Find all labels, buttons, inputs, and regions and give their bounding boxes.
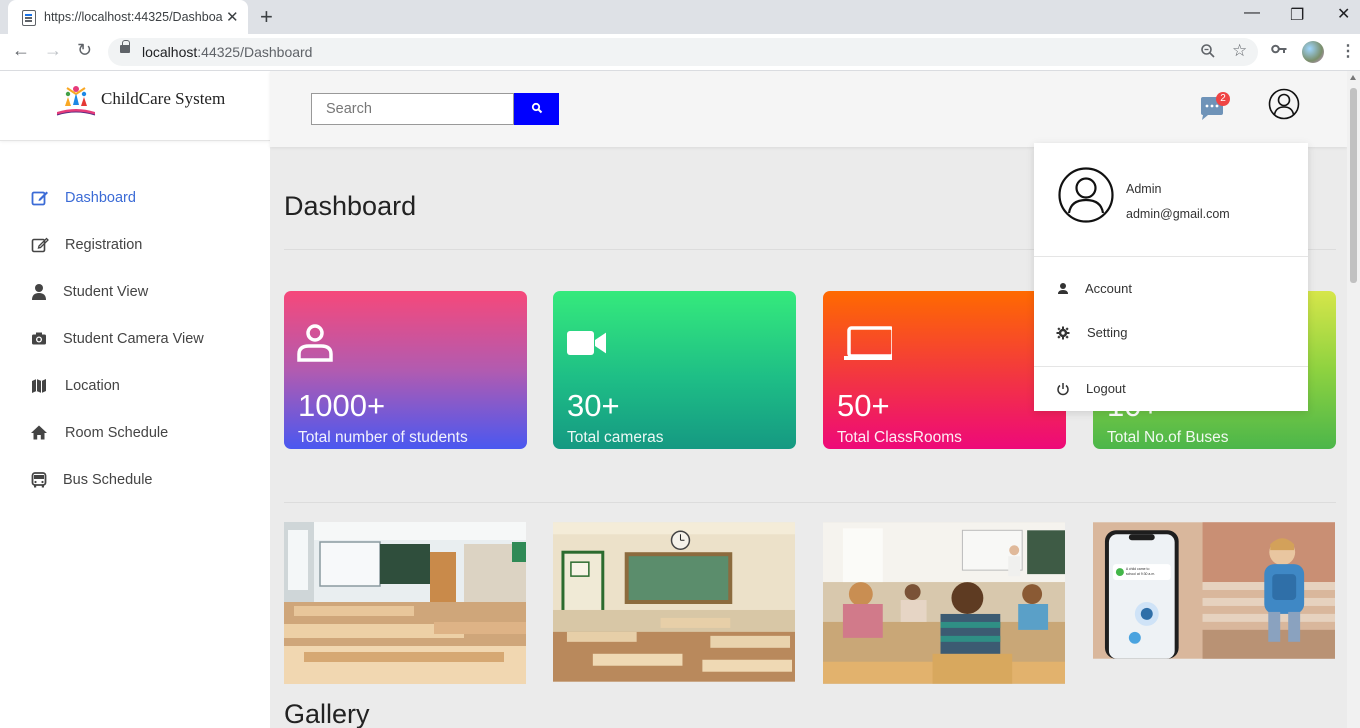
notification-badge: 2 [1216,92,1230,106]
sidebar-item-bus-schedule[interactable]: Bus Schedule [0,465,270,495]
classroom-photo[interactable] [823,522,1065,684]
power-icon [1057,383,1069,396]
menu-item-label: Account [1085,281,1132,296]
menu-item-setting[interactable]: Setting [1034,320,1308,346]
browser-tabstrip: https://localhost:44325/Dashboa ✕ + — ❐ … [0,0,1360,34]
stat-label: Total No.of Buses [1107,429,1229,446]
phone-tracking-photo[interactable]: A child came to school at 9:30 a.m. [1093,522,1335,659]
camera-icon [32,332,46,345]
search-input[interactable] [311,93,514,125]
url-host: localhost [142,44,198,60]
zoom-icon[interactable] [1200,43,1216,63]
address-bar[interactable]: localhost:44325/Dashboard ☆ [108,38,1258,66]
address-url[interactable]: localhost:44325/Dashboard [142,44,312,60]
profile-avatar[interactable] [1302,41,1324,63]
sidebar-item-room-schedule[interactable]: Room Schedule [0,418,270,448]
sidebar-item-student-camera-view[interactable]: Student Camera View [0,324,270,354]
stat-value: 30+ [567,388,620,423]
sidebar-item-label: Student View [63,284,149,300]
top-bar: 2 [270,71,1347,147]
menu-item-account[interactable]: Account [1034,276,1308,302]
tab-close-icon[interactable]: ✕ [226,8,239,26]
search-button[interactable] [514,93,559,125]
key-icon[interactable] [1271,42,1287,60]
user-icon [297,324,333,362]
browser-tab[interactable]: https://localhost:44325/Dashboa ✕ [8,0,248,34]
stat-card-classrooms[interactable]: 50+ Total ClassRooms [823,291,1066,449]
divider [1034,366,1308,367]
stat-value: 1000+ [298,388,386,423]
brand-name: ChildCare System [101,89,226,108]
stat-label: Total ClassRooms [837,429,962,446]
home-icon [31,425,47,440]
gallery-title: Gallery [284,699,370,728]
childcare-logo-icon [56,86,96,116]
user-email: admin@gmail.com [1126,207,1230,221]
sidebar-item-location[interactable]: Location [0,371,270,401]
gear-icon [1056,326,1070,340]
stat-label: Total number of students [298,429,468,446]
divider [1034,256,1308,257]
search-icon [531,102,542,113]
scroll-up-icon[interactable] [1350,75,1356,80]
stat-card-cameras[interactable]: 30+ Total cameras [553,291,796,449]
menu-item-label: Logout [1086,381,1126,396]
page-scrollbar[interactable] [1347,71,1360,728]
user-icon [32,284,46,300]
new-tab-icon[interactable]: + [260,4,273,30]
notification-text: A child came to [1126,567,1150,571]
edit-icon [31,191,48,206]
sidebar-item-label: Dashboard [65,190,136,206]
bus-icon [31,472,47,488]
app-page: ChildCare System Dashboard Registration … [0,71,1360,728]
sidebar-item-label: Bus Schedule [63,472,153,488]
stat-card-students[interactable]: 1000+ Total number of students [284,291,527,449]
sidebar-item-label: Student Camera View [63,331,204,347]
avatar [1058,167,1114,223]
user-name: Admin [1126,182,1162,196]
page-icon [22,10,36,26]
stat-label: Total cameras [567,429,664,446]
sidebar-item-label: Registration [65,237,143,253]
tab-title: https://localhost:44325/Dashboa [44,10,223,24]
url-path: :44325/Dashboard [197,44,313,60]
sidebar-item-registration[interactable]: Registration [0,230,270,260]
classroom-photo[interactable] [553,522,795,682]
page-title: Dashboard [284,191,417,221]
bookmark-star-icon[interactable]: ☆ [1232,41,1247,61]
divider [284,502,1336,503]
user-icon [1058,283,1068,294]
back-icon[interactable]: ← [12,40,30,61]
sidebar: ChildCare System Dashboard Registration … [0,71,270,728]
classroom-photo[interactable] [284,522,526,684]
menu-item-label: Setting [1087,325,1128,340]
laptop-icon [844,326,892,360]
map-icon [32,379,46,393]
notification-text: school at 9:30 a.m. [1126,572,1155,576]
brand-header[interactable]: ChildCare System [0,71,270,141]
edit-icon [31,237,49,253]
sidebar-item-dashboard[interactable]: Dashboard [0,183,270,213]
browser-toolbar: ← → ↻ localhost:44325/Dashboard ☆ ⋮ [0,34,1360,71]
reload-icon[interactable]: ↻ [77,40,92,61]
stat-value: 50+ [837,388,890,423]
sidebar-item-student-view[interactable]: Student View [0,277,270,307]
sidebar-item-label: Location [65,378,120,394]
restore-icon[interactable]: ❐ [1290,5,1304,25]
lock-icon [120,40,130,53]
menu-item-logout[interactable]: Logout [1034,376,1308,402]
minimize-icon[interactable]: — [1244,4,1260,22]
video-camera-icon [567,331,606,355]
user-dropdown-menu: Admin admin@gmail.com Account Setting Lo… [1034,143,1308,411]
user-menu-icon[interactable] [1268,88,1300,120]
forward-icon[interactable]: → [44,40,62,61]
browser-menu-icon[interactable]: ⋮ [1340,41,1356,61]
sidebar-item-label: Room Schedule [65,425,169,441]
window-close-icon[interactable]: ✕ [1337,4,1350,24]
scrollbar-thumb[interactable] [1350,88,1357,283]
